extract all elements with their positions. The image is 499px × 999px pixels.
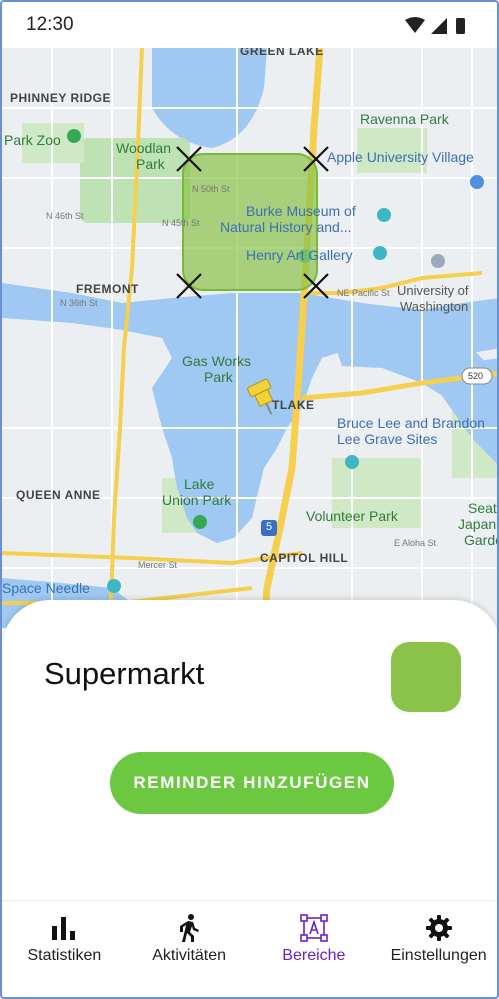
map-label-seattle-2: Japan: [458, 516, 497, 532]
walking-icon: [180, 914, 200, 942]
lake-union-poi-icon: [193, 515, 207, 529]
gear-icon: [425, 915, 452, 941]
map-label-woodland-1: Woodlan: [116, 140, 172, 156]
nav-item-einstellungen[interactable]: Einstellungen: [376, 901, 497, 997]
map-view[interactable]: GREEN LAKE PHINNEY RIDGE Ravenna Park Pa…: [2, 48, 499, 628]
map-label-ravenna-park: Ravenna Park: [360, 111, 449, 127]
museum-poi-icon: [377, 208, 391, 222]
area-name[interactable]: Supermarkt: [44, 656, 204, 692]
map-label-hwy-520: 520: [468, 371, 484, 381]
app-frame: 12:30 GREEN LAKE PHINNEY RIDGE Ravenna P…: [0, 0, 499, 999]
map-label-lake-union-2: Union Park: [162, 492, 232, 508]
nav-label-aktivitaeten: Aktivitäten: [152, 947, 227, 964]
add-reminder-button[interactable]: REMINDER HINZUFÜGEN: [110, 752, 394, 814]
zoo-poi-icon: [67, 129, 81, 143]
map-label-st-45: N 45th St: [162, 218, 200, 228]
map-label-volunteer-park: Volunteer Park: [306, 508, 398, 524]
map-label-uw-2: Washington: [400, 299, 469, 314]
status-time: 12:30: [26, 14, 74, 35]
status-bar: 12:30: [2, 2, 497, 48]
map-label-uw-1: University of: [397, 283, 469, 298]
grave-poi-icon: [345, 455, 359, 469]
map-label-capitol-hill: CAPITOL HILL: [260, 551, 349, 565]
wifi-icon: [405, 17, 425, 33]
map-label-henry: Henry Art Gallery: [246, 247, 353, 263]
area-color-swatch[interactable]: [391, 642, 461, 712]
map-label-woodland-2: Park: [136, 156, 165, 172]
map-label-st-36: N 36th St: [60, 298, 98, 308]
area-detail-sheet: Supermarkt REMINDER HINZUFÜGEN: [2, 600, 497, 910]
u-village-poi-icon: [470, 175, 484, 189]
map-label-aloha: E Aloha St: [394, 538, 437, 548]
map-label-queen-anne: QUEEN ANNE: [16, 488, 101, 502]
gallery-poi-icon: [373, 246, 387, 260]
nav-label-bereiche: Bereiche: [282, 947, 346, 964]
map-label-pacific: NE Pacific St: [337, 288, 390, 298]
map-label-st-46: N 46th St: [46, 211, 84, 221]
map-label-lake-union-1: Lake: [184, 476, 215, 492]
space-needle-poi-icon: [107, 579, 121, 593]
nav-item-aktivitaeten[interactable]: Aktivitäten: [127, 901, 252, 997]
nav-item-statistiken[interactable]: Statistiken: [2, 901, 127, 997]
map-label-mercer: Mercer St: [138, 560, 178, 570]
bottom-navigation: Statistiken Aktivitäten Bereiche Einstel…: [2, 900, 497, 997]
map-label-green-lake: GREEN LAKE: [240, 48, 324, 58]
map-label-space-needle: Space Needle: [2, 580, 90, 596]
area-select-icon: [300, 914, 328, 942]
nav-label-statistiken: Statistiken: [27, 947, 102, 964]
bar-chart-icon: [52, 917, 76, 940]
map-label-gas-works-1: Gas Works: [182, 353, 251, 369]
map-label-hwy-5: 5: [266, 521, 273, 533]
map-label-bruce-lee-1: Bruce Lee and Brandon: [337, 415, 485, 431]
map-label-burke-1: Burke Museum of: [246, 203, 356, 219]
uw-poi-icon: [431, 254, 445, 268]
signal-icon: [431, 18, 447, 34]
nav-label-einstellungen: Einstellungen: [390, 947, 487, 964]
map-label-phinney-ridge: PHINNEY RIDGE: [10, 91, 111, 105]
battery-icon: [456, 18, 465, 34]
nav-item-bereiche[interactable]: Bereiche: [252, 901, 377, 997]
map-label-fremont: FREMONT: [76, 282, 139, 296]
status-icons: [405, 17, 465, 34]
map-label-st-50: N 50th St: [192, 184, 230, 194]
map-label-park-zoo: Park Zoo: [4, 132, 61, 148]
map-label-burke-2: Natural History and...: [220, 219, 352, 235]
map-label-seattle-1: Seatt: [468, 500, 499, 516]
map-label-bruce-lee-2: Lee Grave Sites: [337, 431, 438, 447]
map-label-u-village: Apple University Village: [327, 149, 474, 165]
map-label-gas-works-2: Park: [204, 369, 233, 385]
map-label-eastlake: TLAKE: [272, 398, 315, 412]
map-label-seattle-3: Garde: [464, 532, 497, 548]
